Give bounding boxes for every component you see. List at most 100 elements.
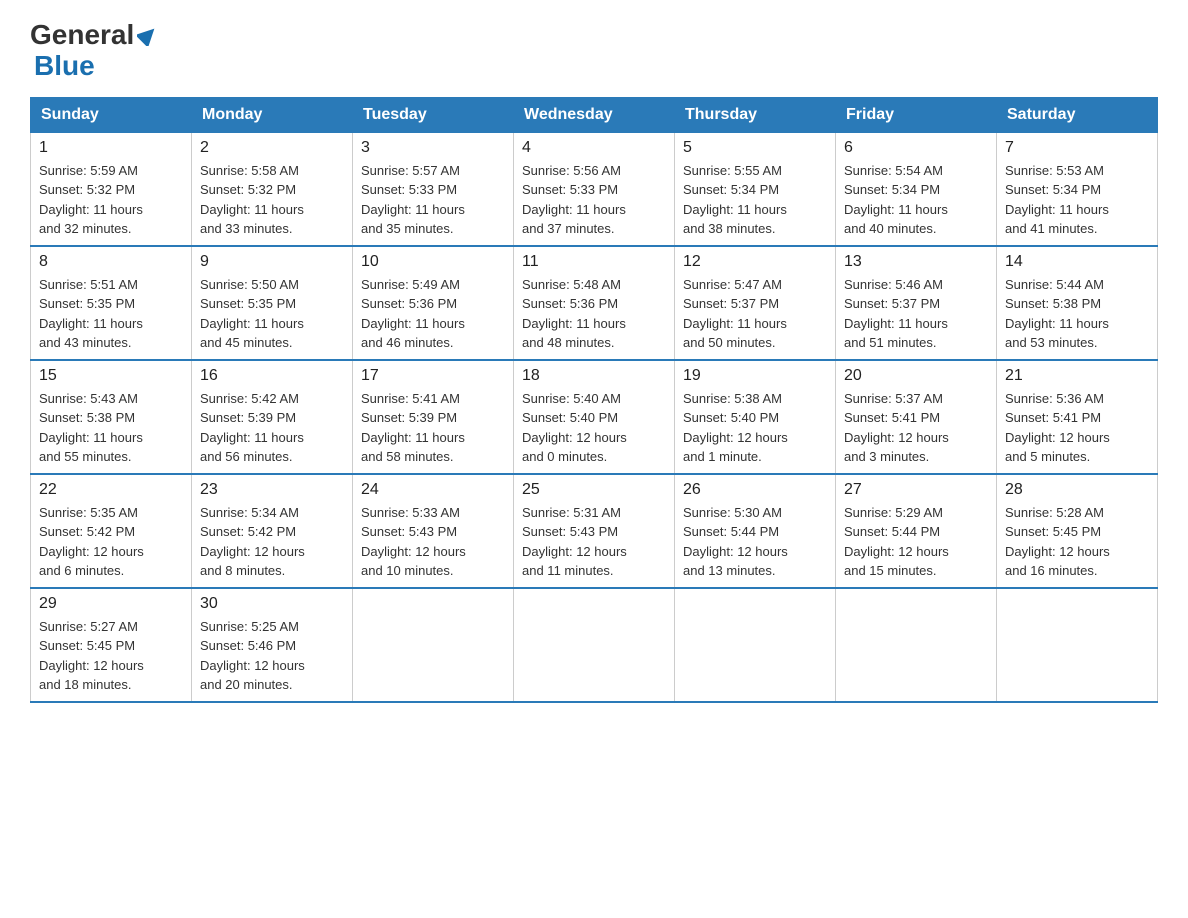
day-number: 24 xyxy=(361,481,505,499)
calendar-cell: 17 Sunrise: 5:41 AMSunset: 5:39 PMDayligh… xyxy=(353,360,514,474)
calendar-cell: 9 Sunrise: 5:50 AMSunset: 5:35 PMDaylight… xyxy=(192,246,353,360)
weekday-header-thursday: Thursday xyxy=(675,97,836,132)
day-number: 19 xyxy=(683,367,827,385)
day-info: Sunrise: 5:51 AMSunset: 5:35 PMDaylight:… xyxy=(39,275,183,353)
calendar-week-row: 1Sunrise: 5:59 AMSunset: 5:32 PMDaylight… xyxy=(31,132,1158,246)
day-number: 15 xyxy=(39,367,183,385)
calendar-cell: 20 Sunrise: 5:37 AMSunset: 5:41 PMDayligh… xyxy=(836,360,997,474)
day-info: Sunrise: 5:56 AMSunset: 5:33 PMDaylight:… xyxy=(522,161,666,239)
calendar-week-row: 22 Sunrise: 5:35 AMSunset: 5:42 PMDayligh… xyxy=(31,474,1158,588)
day-number: 2 xyxy=(200,139,344,157)
day-number: 11 xyxy=(522,253,666,271)
day-number: 18 xyxy=(522,367,666,385)
day-number: 17 xyxy=(361,367,505,385)
day-info: Sunrise: 5:37 AMSunset: 5:41 PMDaylight:… xyxy=(844,389,988,467)
day-number: 16 xyxy=(200,367,344,385)
calendar-cell: 5 Sunrise: 5:55 AMSunset: 5:34 PMDaylight… xyxy=(675,132,836,246)
day-info: Sunrise: 5:38 AMSunset: 5:40 PMDaylight:… xyxy=(683,389,827,467)
day-number: 10 xyxy=(361,253,505,271)
day-info: Sunrise: 5:50 AMSunset: 5:35 PMDaylight:… xyxy=(200,275,344,353)
logo-line2: Blue xyxy=(30,51,159,82)
weekday-header-friday: Friday xyxy=(836,97,997,132)
day-info: Sunrise: 5:34 AMSunset: 5:42 PMDaylight:… xyxy=(200,503,344,581)
day-number: 29 xyxy=(39,595,183,613)
day-info: Sunrise: 5:25 AMSunset: 5:46 PMDaylight:… xyxy=(200,617,344,695)
day-info: Sunrise: 5:54 AMSunset: 5:34 PMDaylight:… xyxy=(844,161,988,239)
calendar-cell: 30Sunrise: 5:25 AMSunset: 5:46 PMDayligh… xyxy=(192,588,353,702)
weekday-header-wednesday: Wednesday xyxy=(514,97,675,132)
day-info: Sunrise: 5:30 AMSunset: 5:44 PMDaylight:… xyxy=(683,503,827,581)
day-info: Sunrise: 5:27 AMSunset: 5:45 PMDaylight:… xyxy=(39,617,183,695)
calendar-cell: 19 Sunrise: 5:38 AMSunset: 5:40 PMDayligh… xyxy=(675,360,836,474)
logo-arrow-icon xyxy=(137,24,159,46)
calendar-cell: 2 Sunrise: 5:58 AMSunset: 5:32 PMDaylight… xyxy=(192,132,353,246)
calendar-cell: 29 Sunrise: 5:27 AMSunset: 5:45 PMDayligh… xyxy=(31,588,192,702)
weekday-header-sunday: Sunday xyxy=(31,97,192,132)
calendar-cell: 21Sunrise: 5:36 AMSunset: 5:41 PMDayligh… xyxy=(997,360,1158,474)
day-info: Sunrise: 5:44 AMSunset: 5:38 PMDaylight:… xyxy=(1005,275,1149,353)
day-number: 9 xyxy=(200,253,344,271)
day-number: 8 xyxy=(39,253,183,271)
calendar-week-row: 8 Sunrise: 5:51 AMSunset: 5:35 PMDaylight… xyxy=(31,246,1158,360)
day-number: 20 xyxy=(844,367,988,385)
calendar-cell: 23 Sunrise: 5:34 AMSunset: 5:42 PMDayligh… xyxy=(192,474,353,588)
day-number: 25 xyxy=(522,481,666,499)
logo-blue-word: Blue xyxy=(34,51,95,82)
day-info: Sunrise: 5:58 AMSunset: 5:32 PMDaylight:… xyxy=(200,161,344,239)
day-number: 5 xyxy=(683,139,827,157)
day-info: Sunrise: 5:53 AMSunset: 5:34 PMDaylight:… xyxy=(1005,161,1149,239)
day-number: 26 xyxy=(683,481,827,499)
calendar-header-row: SundayMondayTuesdayWednesdayThursdayFrid… xyxy=(31,97,1158,132)
logo-line1: General xyxy=(30,20,159,51)
day-info: Sunrise: 5:46 AMSunset: 5:37 PMDaylight:… xyxy=(844,275,988,353)
day-info: Sunrise: 5:43 AMSunset: 5:38 PMDaylight:… xyxy=(39,389,183,467)
calendar-cell: 12Sunrise: 5:47 AMSunset: 5:37 PMDayligh… xyxy=(675,246,836,360)
day-number: 14 xyxy=(1005,253,1149,271)
calendar-cell: 6Sunrise: 5:54 AMSunset: 5:34 PMDaylight… xyxy=(836,132,997,246)
calendar-cell xyxy=(675,588,836,702)
day-info: Sunrise: 5:41 AMSunset: 5:39 PMDaylight:… xyxy=(361,389,505,467)
calendar-table: SundayMondayTuesdayWednesdayThursdayFrid… xyxy=(30,97,1158,703)
calendar-cell xyxy=(353,588,514,702)
calendar-cell: 4 Sunrise: 5:56 AMSunset: 5:33 PMDaylight… xyxy=(514,132,675,246)
calendar-cell: 13Sunrise: 5:46 AMSunset: 5:37 PMDayligh… xyxy=(836,246,997,360)
day-info: Sunrise: 5:42 AMSunset: 5:39 PMDaylight:… xyxy=(200,389,344,467)
day-number: 21 xyxy=(1005,367,1149,385)
day-number: 3 xyxy=(361,139,505,157)
calendar-cell: 18Sunrise: 5:40 AMSunset: 5:40 PMDayligh… xyxy=(514,360,675,474)
day-number: 7 xyxy=(1005,139,1149,157)
weekday-header-saturday: Saturday xyxy=(997,97,1158,132)
day-info: Sunrise: 5:49 AMSunset: 5:36 PMDaylight:… xyxy=(361,275,505,353)
day-number: 1 xyxy=(39,139,183,157)
weekday-header-tuesday: Tuesday xyxy=(353,97,514,132)
day-info: Sunrise: 5:35 AMSunset: 5:42 PMDaylight:… xyxy=(39,503,183,581)
calendar-cell: 16 Sunrise: 5:42 AMSunset: 5:39 PMDayligh… xyxy=(192,360,353,474)
day-info: Sunrise: 5:31 AMSunset: 5:43 PMDaylight:… xyxy=(522,503,666,581)
day-info: Sunrise: 5:57 AMSunset: 5:33 PMDaylight:… xyxy=(361,161,505,239)
calendar-cell: 25 Sunrise: 5:31 AMSunset: 5:43 PMDayligh… xyxy=(514,474,675,588)
calendar-cell: 22 Sunrise: 5:35 AMSunset: 5:42 PMDayligh… xyxy=(31,474,192,588)
calendar-cell xyxy=(514,588,675,702)
logo-general-word: General xyxy=(30,20,134,51)
day-number: 23 xyxy=(200,481,344,499)
day-info: Sunrise: 5:33 AMSunset: 5:43 PMDaylight:… xyxy=(361,503,505,581)
day-number: 4 xyxy=(522,139,666,157)
day-info: Sunrise: 5:48 AMSunset: 5:36 PMDaylight:… xyxy=(522,275,666,353)
calendar-cell: 8 Sunrise: 5:51 AMSunset: 5:35 PMDaylight… xyxy=(31,246,192,360)
calendar-cell: 3 Sunrise: 5:57 AMSunset: 5:33 PMDaylight… xyxy=(353,132,514,246)
day-number: 22 xyxy=(39,481,183,499)
calendar-cell xyxy=(997,588,1158,702)
calendar-cell: 24 Sunrise: 5:33 AMSunset: 5:43 PMDayligh… xyxy=(353,474,514,588)
day-info: Sunrise: 5:47 AMSunset: 5:37 PMDaylight:… xyxy=(683,275,827,353)
calendar-cell: 1Sunrise: 5:59 AMSunset: 5:32 PMDaylight… xyxy=(31,132,192,246)
calendar-week-row: 29 Sunrise: 5:27 AMSunset: 5:45 PMDayligh… xyxy=(31,588,1158,702)
calendar-cell: 14 Sunrise: 5:44 AMSunset: 5:38 PMDayligh… xyxy=(997,246,1158,360)
calendar-cell: 7 Sunrise: 5:53 AMSunset: 5:34 PMDaylight… xyxy=(997,132,1158,246)
logo-area: General Blue xyxy=(30,20,159,82)
weekday-header-monday: Monday xyxy=(192,97,353,132)
day-info: Sunrise: 5:55 AMSunset: 5:34 PMDaylight:… xyxy=(683,161,827,239)
calendar-cell: 11 Sunrise: 5:48 AMSunset: 5:36 PMDayligh… xyxy=(514,246,675,360)
day-info: Sunrise: 5:29 AMSunset: 5:44 PMDaylight:… xyxy=(844,503,988,581)
calendar-week-row: 15 Sunrise: 5:43 AMSunset: 5:38 PMDayligh… xyxy=(31,360,1158,474)
calendar-cell: 10 Sunrise: 5:49 AMSunset: 5:36 PMDayligh… xyxy=(353,246,514,360)
